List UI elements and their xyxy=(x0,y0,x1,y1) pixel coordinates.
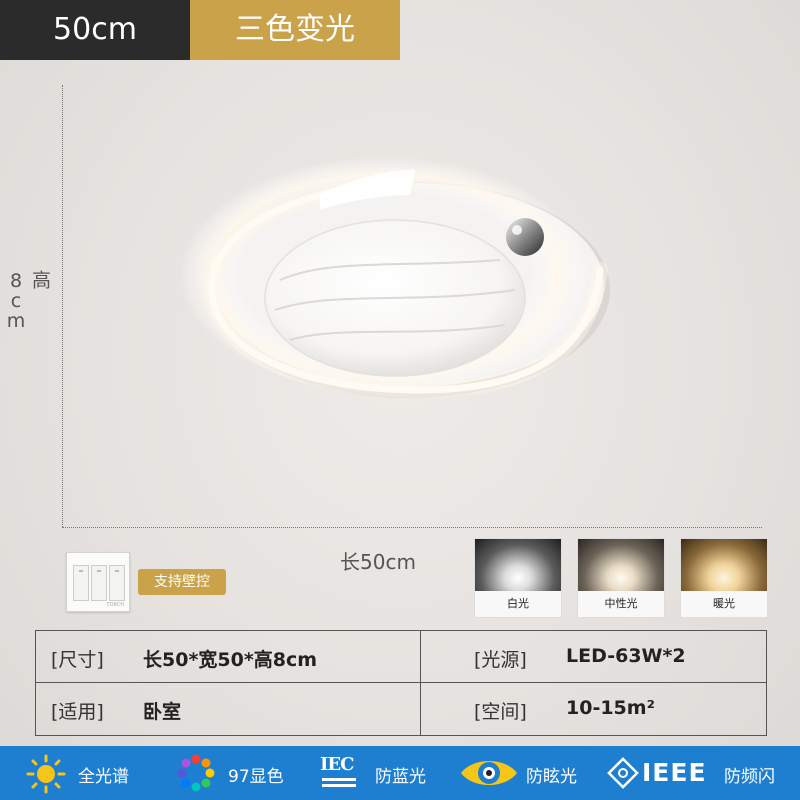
feature-full-spectrum: 全光谱 xyxy=(78,767,129,787)
switch-brand: TORCH xyxy=(106,602,124,608)
light-tile-label: 白光 xyxy=(475,591,561,617)
spec-size-value: 长50*宽50*高8cm xyxy=(143,649,318,671)
spec-use-key: [适用] xyxy=(51,701,104,723)
eye-icon xyxy=(461,761,517,785)
light-tile-warm: 暖光 xyxy=(680,538,768,618)
ieee-mark: IEEE xyxy=(642,758,707,787)
feature-anti-blue-light: 防蓝光 xyxy=(375,767,426,787)
spec-space-value: 10-15m² xyxy=(566,697,655,719)
height-label: 高8cm xyxy=(5,270,51,330)
spec-table-divider xyxy=(420,631,421,735)
warm-light-swatch xyxy=(681,539,767,591)
light-tile-white: 白光 xyxy=(474,538,562,618)
light-tile-neutral: 中性光 xyxy=(577,538,665,618)
spec-table: [尺寸] 长50*宽50*高8cm [光源] LED-63W*2 [适用] 卧室… xyxy=(35,630,767,736)
light-mode-tag: 三色变光 xyxy=(190,0,400,60)
ceiling-lamp-illustration xyxy=(180,157,610,399)
neutral-light-swatch xyxy=(578,539,664,591)
feature-anti-glare: 防眩光 xyxy=(526,767,577,787)
product-image: 50cm 三色变光 高8cm 长50cm TORCH 支持壁控 白光 中性光 暖… xyxy=(0,0,800,800)
sun-icon xyxy=(26,754,66,794)
length-dimension-line xyxy=(62,527,762,528)
height-dimension-line xyxy=(62,85,63,527)
feature-cri: 97显色 xyxy=(228,767,284,787)
spec-use-value: 卧室 xyxy=(143,701,182,723)
light-tile-label: 中性光 xyxy=(578,591,664,617)
size-tag: 50cm xyxy=(0,0,190,60)
spec-space-key: [空间] xyxy=(474,701,527,723)
spec-source-value: LED-63W*2 xyxy=(566,645,686,667)
ieee-diamond-icon xyxy=(607,757,639,789)
iec-icon: IEC xyxy=(320,752,362,794)
color-wheel-icon xyxy=(177,754,215,792)
wall-switch: TORCH xyxy=(66,552,130,612)
length-label: 长50cm xyxy=(340,550,416,574)
features-bar: 全光谱 97显色 IEC 防蓝光 防眩光 IEEE 防频闪 xyxy=(0,746,800,800)
feature-anti-flicker: 防频闪 xyxy=(724,767,775,787)
white-light-swatch xyxy=(475,539,561,591)
light-tile-label: 暖光 xyxy=(681,591,767,617)
spec-source-key: [光源] xyxy=(474,649,527,671)
spec-table-divider xyxy=(36,682,766,683)
spec-size-key: [尺寸] xyxy=(51,649,104,671)
wall-control-tag: 支持壁控 xyxy=(138,569,226,595)
